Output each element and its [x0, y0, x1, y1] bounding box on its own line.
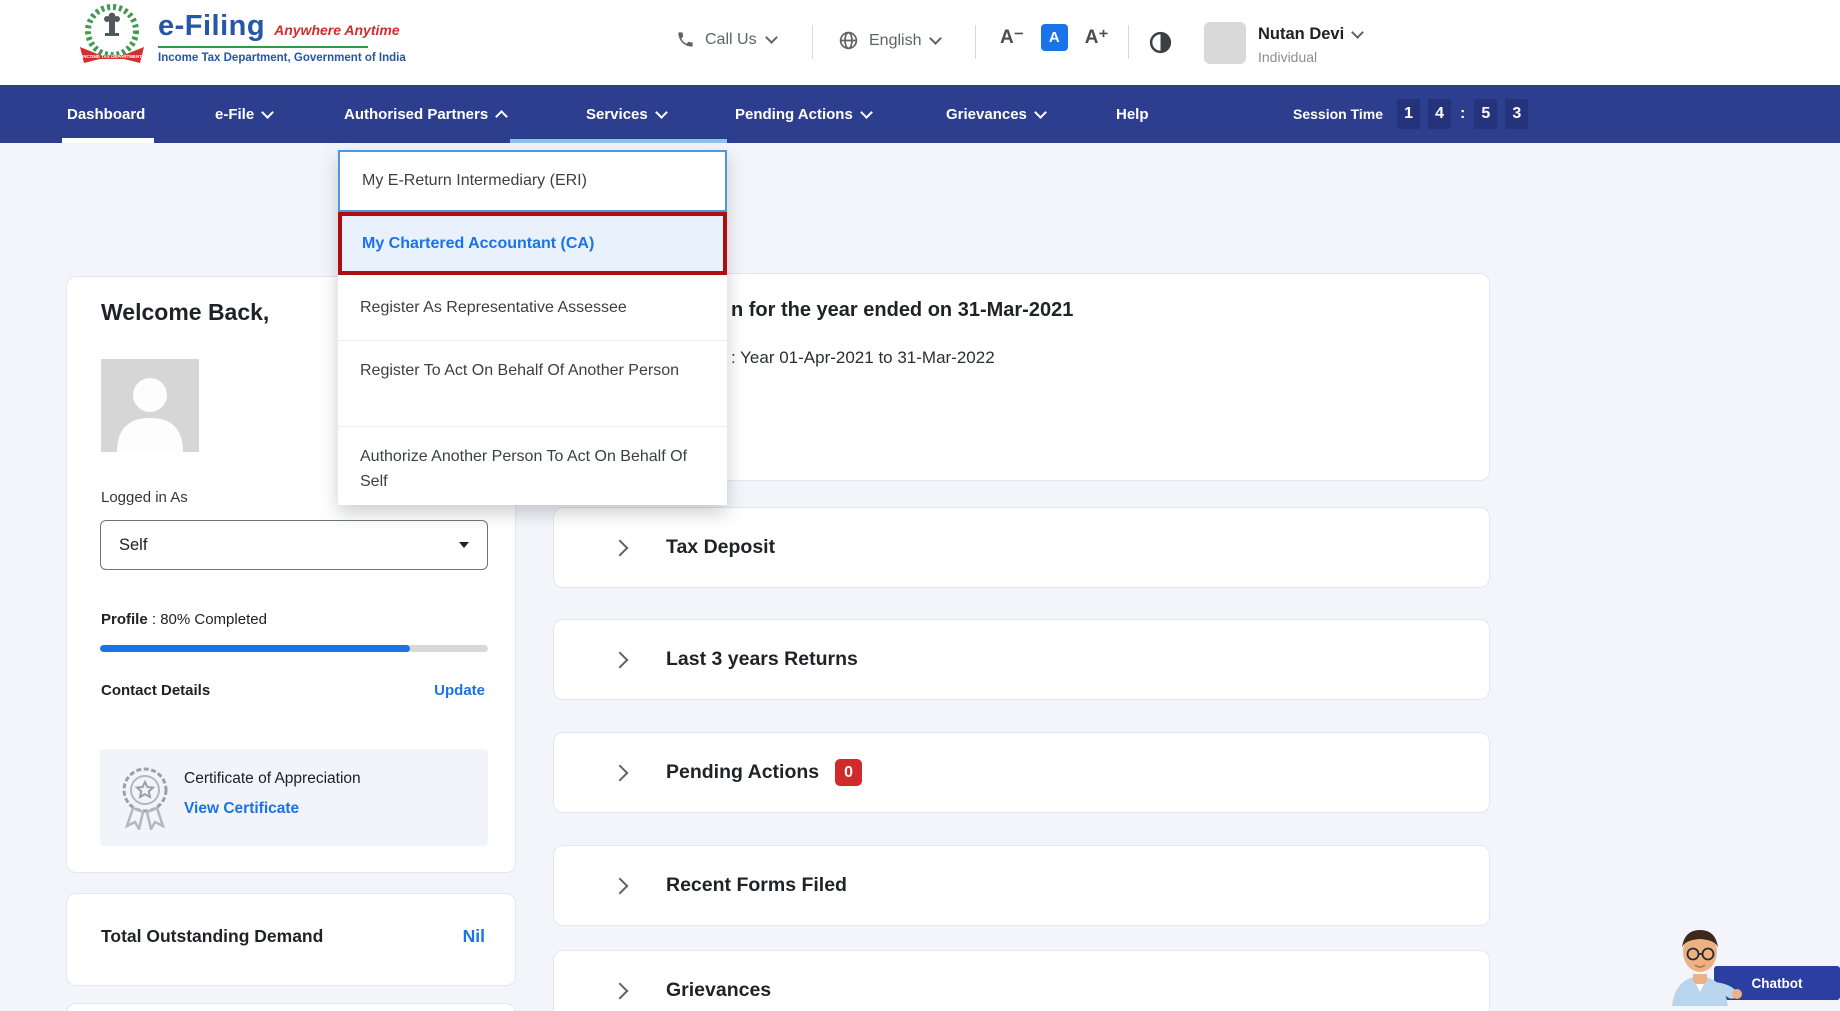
- phone-icon: [676, 30, 695, 49]
- accordion-title: Last 3 years Returns: [666, 648, 858, 671]
- nav-help[interactable]: Help: [1116, 85, 1149, 143]
- language-selector[interactable]: English: [838, 30, 940, 51]
- call-us-menu[interactable]: Call Us: [676, 30, 776, 49]
- brand-tagline: Anywhere Anytime: [274, 22, 400, 38]
- nav-authorised-partners[interactable]: Authorised Partners: [344, 85, 506, 143]
- person-silhouette-icon: [101, 359, 199, 452]
- font-size-controls: A⁻ A A⁺: [1000, 24, 1109, 51]
- profile-progress-bar: [100, 645, 488, 652]
- pending-actions-count-badge: 0: [835, 759, 862, 786]
- nav-e-file[interactable]: e-File: [215, 85, 272, 143]
- menu-item-register-representative-assessee[interactable]: Register As Representative Assessee: [338, 275, 727, 341]
- font-increase-button[interactable]: A⁺: [1085, 26, 1109, 49]
- view-certificate-link[interactable]: View Certificate: [184, 800, 299, 818]
- update-link[interactable]: Update: [434, 682, 485, 699]
- chevron-right-icon: [612, 764, 629, 781]
- logged-in-as-value: Self: [119, 536, 147, 555]
- logged-in-as-select[interactable]: Self: [100, 520, 488, 570]
- chevron-down-icon: [1034, 106, 1047, 119]
- chevron-right-icon: [612, 877, 629, 894]
- profile-completion-text: Profile : 80% Completed: [101, 611, 267, 628]
- brand-divider: [158, 46, 368, 48]
- top-header: INCOME TAX DEPARTMENT e-Filing Anywhere …: [0, 0, 1840, 85]
- accordion-last-3-years-returns[interactable]: Last 3 years Returns: [553, 619, 1490, 700]
- svg-text:INCOME TAX DEPARTMENT: INCOME TAX DEPARTMENT: [82, 54, 142, 59]
- accordion-recent-forms-filed[interactable]: Recent Forms Filed: [553, 845, 1490, 926]
- user-avatar[interactable]: [1204, 22, 1246, 64]
- outstanding-demand-value[interactable]: Nil: [463, 926, 485, 947]
- header-divider: [1128, 25, 1129, 59]
- header-divider: [975, 25, 976, 59]
- next-sidebar-card-partial: [66, 1003, 516, 1011]
- chatbot-label: Chatbot: [1752, 976, 1803, 991]
- accordion-grievances[interactable]: Grievances: [553, 950, 1490, 1011]
- accordion-title: Recent Forms Filed: [666, 874, 847, 897]
- logged-in-as-label: Logged in As: [101, 489, 188, 506]
- language-label: English: [869, 32, 921, 50]
- open-menu-indicator: [510, 139, 727, 143]
- accordion-title: Grievances: [666, 979, 771, 1002]
- chevron-down-icon: [765, 31, 778, 44]
- font-decrease-button[interactable]: A⁻: [1000, 26, 1024, 49]
- call-us-label: Call Us: [705, 31, 757, 49]
- chevron-right-icon: [612, 982, 629, 999]
- user-menu[interactable]: Nutan Devi: [1258, 25, 1362, 44]
- accordion-title: Pending Actions: [666, 761, 819, 784]
- font-default-button[interactable]: A: [1041, 24, 1068, 51]
- session-digit: 1: [1397, 99, 1420, 129]
- menu-item-my-chartered-accountant[interactable]: My Chartered Accountant (CA): [338, 212, 727, 275]
- menu-item-register-act-on-behalf[interactable]: Register To Act On Behalf Of Another Per…: [338, 341, 727, 427]
- session-colon: :: [1460, 105, 1465, 123]
- accordion-pending-actions[interactable]: Pending Actions 0: [553, 732, 1490, 813]
- brand-name: e-Filing: [158, 10, 265, 43]
- session-digit: 4: [1428, 99, 1451, 129]
- efiling-dashboard-page: INCOME TAX DEPARTMENT e-Filing Anywhere …: [0, 0, 1840, 1011]
- brand-block: e-Filing Anywhere Anytime Income Tax Dep…: [158, 10, 406, 64]
- brand-subtitle: Income Tax Department, Government of Ind…: [158, 52, 406, 64]
- nav-services[interactable]: Services: [586, 85, 666, 143]
- globe-icon: [838, 30, 859, 51]
- contact-details-label: Contact Details: [101, 682, 210, 699]
- outstanding-demand-card: Total Outstanding Demand Nil: [66, 893, 516, 986]
- certificate-title: Certificate of Appreciation: [184, 770, 361, 788]
- chevron-down-icon: [655, 106, 668, 119]
- chevron-down-icon: [930, 32, 943, 45]
- chevron-down-icon: [261, 106, 274, 119]
- chevron-down-icon: [1351, 26, 1364, 39]
- filing-banner-title: n for the year ended on 31-Mar-2021: [731, 299, 1073, 322]
- accordion-title: Tax Deposit: [666, 536, 775, 559]
- accordion-tax-deposit[interactable]: Tax Deposit: [553, 507, 1490, 588]
- chatbot-assistant-avatar[interactable]: [1660, 914, 1746, 1006]
- certificate-section: Certificate of Appreciation View Certifi…: [100, 749, 488, 846]
- nav-pending-actions[interactable]: Pending Actions: [735, 85, 871, 143]
- contrast-toggle-icon[interactable]: [1148, 30, 1173, 55]
- filing-banner-subtitle: : Year 01-Apr-2021 to 31-Mar-2022: [731, 348, 995, 368]
- user-name: Nutan Devi: [1258, 25, 1344, 44]
- main-navbar: Dashboard e-File Authorised Partners Ser…: [0, 85, 1840, 143]
- chevron-right-icon: [612, 539, 629, 556]
- chevron-up-icon: [495, 110, 508, 123]
- authorised-partners-dropdown: My E-Return Intermediary (ERI) My Charte…: [338, 150, 727, 505]
- chevron-down-icon: [860, 106, 873, 119]
- user-type: Individual: [1258, 49, 1317, 65]
- session-time-label: Session Time: [1293, 106, 1383, 122]
- welcome-heading: Welcome Back,: [101, 299, 269, 326]
- outstanding-demand-label: Total Outstanding Demand: [101, 926, 323, 947]
- header-divider: [812, 25, 813, 59]
- nav-grievances[interactable]: Grievances: [946, 85, 1045, 143]
- income-tax-department-emblem-icon: INCOME TAX DEPARTMENT: [76, 3, 148, 69]
- caret-down-icon: [459, 542, 469, 548]
- active-nav-indicator: [62, 138, 154, 143]
- profile-progress-fill: [100, 645, 410, 652]
- session-timer: Session Time 1 4 : 5 3: [1293, 85, 1528, 143]
- session-digit: 5: [1474, 99, 1497, 129]
- nav-dashboard[interactable]: Dashboard: [67, 85, 145, 143]
- menu-item-my-eri[interactable]: My E-Return Intermediary (ERI): [338, 150, 727, 212]
- menu-item-authorize-another-person[interactable]: Authorize Another Person To Act On Behal…: [338, 427, 727, 505]
- chevron-right-icon: [612, 651, 629, 668]
- session-digit: 3: [1505, 99, 1528, 129]
- profile-photo-placeholder: [101, 359, 199, 452]
- medal-icon: [116, 764, 174, 830]
